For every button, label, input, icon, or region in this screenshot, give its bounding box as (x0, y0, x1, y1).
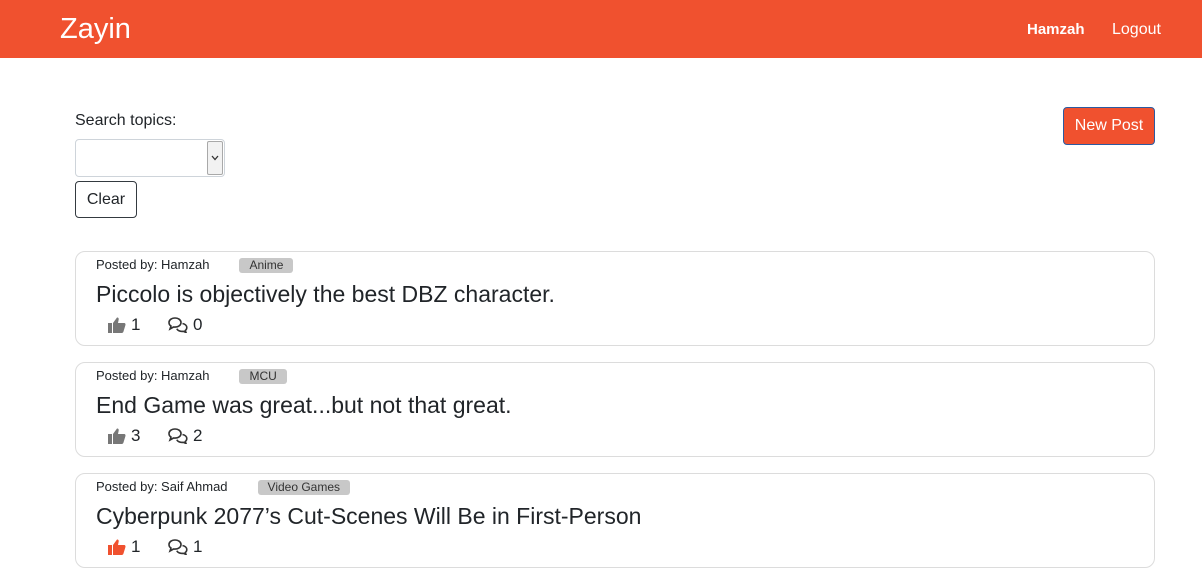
chevron-down-icon[interactable] (207, 141, 223, 175)
post-author: Posted by: Saif Ahmad (96, 479, 228, 494)
comment-count: 0 (193, 315, 203, 334)
post-meta: Posted by: Saif Ahmad Video Games (96, 479, 351, 495)
comment-count: 2 (193, 426, 203, 445)
post-meta: Posted by: Hamzah MCU (96, 368, 287, 384)
nav-user-link[interactable]: Hamzah (1027, 20, 1085, 40)
like-button[interactable]: 1 (108, 314, 168, 336)
post-stats: 1 1 (108, 536, 202, 558)
nav-logout-link[interactable]: Logout (1112, 20, 1161, 40)
comments-icon (168, 539, 188, 555)
post-author: Posted by: Hamzah (96, 368, 210, 383)
topic-select[interactable] (75, 139, 225, 177)
new-post-button[interactable]: New Post (1063, 107, 1155, 145)
like-count: 1 (131, 537, 141, 556)
brand-logo[interactable]: Zayin (60, 12, 131, 46)
post-title[interactable]: End Game was great...but not that great. (96, 390, 512, 420)
like-button[interactable]: 1 (108, 536, 168, 558)
thumbs-up-icon (108, 317, 126, 333)
thumbs-up-icon (108, 428, 126, 444)
post-title[interactable]: Piccolo is objectively the best DBZ char… (96, 279, 555, 309)
post-meta: Posted by: Hamzah Anime (96, 257, 294, 273)
post-author: Posted by: Hamzah (96, 257, 210, 272)
search-topics-label: Search topics: (75, 112, 177, 129)
post-title[interactable]: Cyberpunk 2077’s Cut-Scenes Will Be in F… (96, 501, 641, 531)
comment-count: 1 (193, 537, 203, 556)
comments-icon (168, 317, 188, 333)
post-card[interactable]: Posted by: Hamzah Anime Piccolo is objec… (75, 251, 1155, 346)
topic-badge[interactable]: Video Games (257, 479, 351, 495)
comments-button[interactable]: 0 (168, 314, 202, 336)
comments-icon (168, 428, 188, 444)
clear-button[interactable]: Clear (75, 181, 137, 218)
post-card[interactable]: Posted by: Saif Ahmad Video Games Cyberp… (75, 473, 1155, 568)
post-stats: 3 2 (108, 425, 202, 447)
navbar: Zayin Hamzah Logout (0, 0, 1202, 58)
comments-button[interactable]: 2 (168, 425, 202, 447)
like-count: 1 (131, 315, 141, 334)
like-count: 3 (131, 426, 141, 445)
like-button[interactable]: 3 (108, 425, 168, 447)
post-card[interactable]: Posted by: Hamzah MCU End Game was great… (75, 362, 1155, 457)
thumbs-up-icon (108, 539, 126, 555)
post-stats: 1 0 (108, 314, 202, 336)
topic-badge[interactable]: MCU (239, 368, 287, 384)
comments-button[interactable]: 1 (168, 536, 202, 558)
topic-badge[interactable]: Anime (239, 257, 294, 273)
